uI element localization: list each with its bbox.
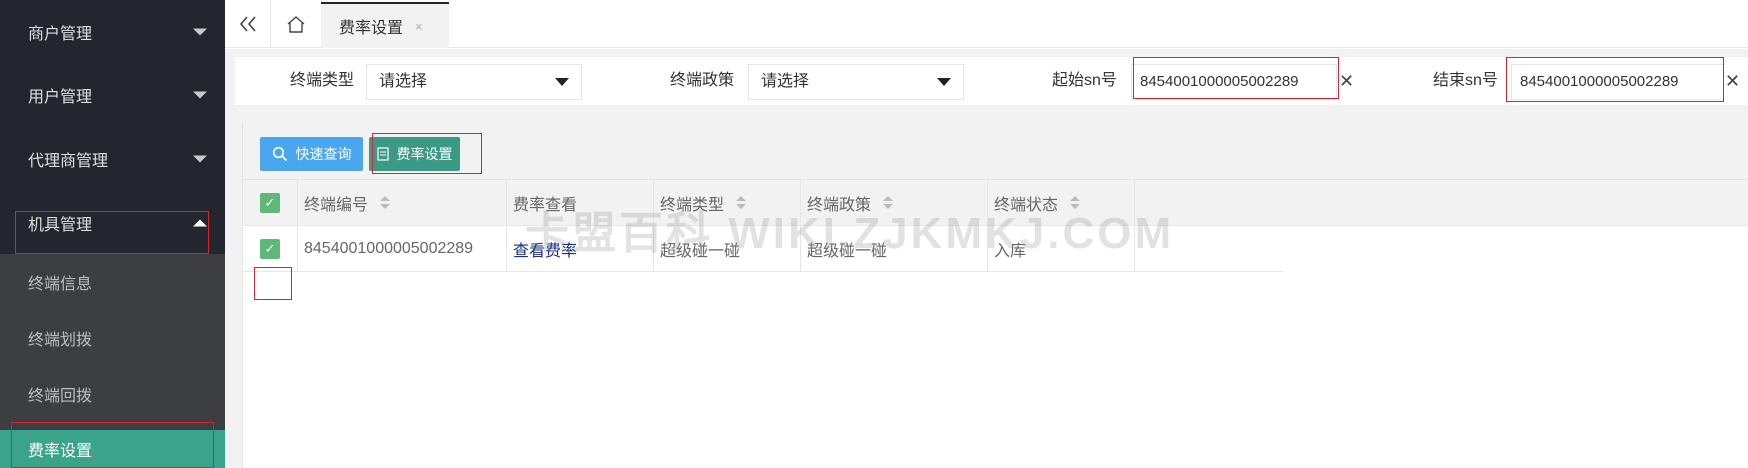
row-checkbox[interactable]: ✓ (260, 238, 280, 259)
submenu-item-terminal-info[interactable]: 终端信息 (0, 254, 225, 310)
column-label: 费率查看 (513, 196, 578, 214)
terminal-policy-select[interactable]: 请选择 (748, 64, 964, 100)
cell-value: 超级碰一碰 (807, 242, 888, 260)
terminal-type-select[interactable]: 请选择 (366, 64, 582, 100)
caret-down-icon (937, 78, 951, 86)
column-header-status[interactable]: 终端状态 (988, 180, 1135, 225)
submenu-item-terminal-transfer[interactable]: 终端划拨 (0, 310, 225, 366)
end-sn-input[interactable]: 8454001000005002289 (1511, 64, 1724, 100)
column-header-terminal-policy[interactable]: 终端政策 (801, 180, 988, 225)
tab-bar: 费率设置 × (225, 0, 1748, 48)
select-value: 请选择 (379, 73, 428, 90)
rate-setting-button[interactable]: 费率设置 (369, 137, 460, 171)
table-header: ✓ 终端编号 费率查看 终端类型 终端政策 终端状态 (243, 180, 1748, 226)
chevron-down-icon (193, 91, 207, 98)
column-label: 终端编号 (304, 196, 369, 214)
chevron-up-icon (193, 219, 207, 226)
menu-label: 商户管理 (28, 25, 93, 43)
column-label: 终端类型 (660, 196, 725, 214)
button-label: 费率设置 (396, 146, 453, 162)
sort-icon[interactable] (1070, 195, 1081, 210)
toolbar: 快速查询 费率设置 (243, 122, 1748, 180)
tab-label: 费率设置 (339, 20, 404, 37)
check-icon: ✓ (264, 240, 276, 256)
menu-agent[interactable]: 代理商管理 (0, 127, 225, 190)
quick-query-button[interactable]: 快速查询 (260, 137, 363, 171)
column-header-rate-view: 费率查看 (507, 180, 654, 225)
menu-merchant[interactable]: 商户管理 (0, 0, 225, 63)
submenu-label: 费率设置 (28, 443, 93, 460)
content-area: 终端类型 请选择 终端政策 请选择 起始sn号 8454001000005002… (225, 49, 1748, 468)
search-icon (272, 146, 287, 162)
menu-label: 机具管理 (28, 216, 93, 234)
submenu: 终端信息 终端划拨 终端回拨 费率设置 (0, 254, 225, 468)
table-panel: 快速查询 费率设置 ✓ 终端编号 费率查看 终端类型 终端政策 终端状态 ✓ 8… (242, 122, 1748, 468)
document-icon (376, 147, 389, 161)
cell-terminal-no: 8454001000005002289 (298, 226, 507, 271)
cell-rate-view: 查看费率 (507, 226, 654, 271)
select-all-cell: ✓ (243, 180, 298, 225)
app-root: 商户管理 用户管理 代理商管理 机具管理 终端信息 终端划拨 终端回拨 费率设置… (0, 0, 1748, 468)
cell-value: 入库 (994, 242, 1027, 260)
filter-bar: 终端类型 请选择 终端政策 请选择 起始sn号 8454001000005002… (235, 57, 1748, 105)
column-header-terminal-no[interactable]: 终端编号 (298, 180, 507, 225)
menu-device[interactable]: 机具管理 (0, 191, 225, 254)
select-all-checkbox[interactable]: ✓ (260, 192, 280, 213)
select-value: 请选择 (761, 73, 810, 90)
view-rate-link[interactable]: 查看费率 (513, 237, 577, 261)
cell-terminal-type: 超级碰一碰 (654, 226, 801, 271)
caret-down-icon (555, 78, 569, 86)
input-value: 8454001000005002289 (1140, 73, 1299, 90)
submenu-label: 终端划拨 (28, 332, 93, 349)
check-icon: ✓ (264, 194, 276, 210)
close-icon[interactable]: ✕ (1725, 72, 1740, 90)
cell-value: 8454001000005002289 (304, 239, 474, 257)
chevron-down-icon (193, 28, 207, 35)
tab-rate-setting[interactable]: 费率设置 × (321, 2, 449, 48)
double-chevron-left-icon (239, 16, 256, 32)
button-label: 快速查询 (295, 146, 352, 162)
input-value: 8454001000005002289 (1520, 73, 1679, 90)
close-icon[interactable]: ✕ (1339, 72, 1354, 90)
sidebar: 商户管理 用户管理 代理商管理 机具管理 终端信息 终端划拨 终端回拨 费率设置 (0, 0, 225, 468)
cell-terminal-policy: 超级碰一碰 (801, 226, 988, 271)
menu-label: 用户管理 (28, 88, 93, 106)
end-sn-label: 结束sn号 (1433, 72, 1498, 89)
sort-icon[interactable] (736, 195, 747, 210)
submenu-item-rate-setting[interactable]: 费率设置 (0, 430, 225, 468)
home-icon (287, 16, 305, 33)
cell-value: 超级碰一碰 (660, 242, 741, 260)
terminal-policy-label: 终端政策 (670, 72, 735, 89)
table-row[interactable]: ✓ 8454001000005002289 查看费率 超级碰一碰 超级碰一碰 入… (243, 226, 1283, 272)
home-tab[interactable] (271, 0, 321, 48)
column-label: 终端政策 (807, 196, 872, 214)
column-label: 终端状态 (994, 196, 1059, 214)
submenu-item-terminal-callback[interactable]: 终端回拨 (0, 366, 225, 422)
collapse-sidebar-button[interactable] (225, 0, 270, 48)
submenu-label: 终端回拨 (28, 388, 93, 405)
column-header-terminal-type[interactable]: 终端类型 (654, 180, 801, 225)
menu-user[interactable]: 用户管理 (0, 63, 225, 126)
start-sn-input[interactable]: 8454001000005002289 (1131, 64, 1337, 100)
sort-icon[interactable] (883, 195, 894, 210)
close-icon[interactable]: × (415, 19, 423, 34)
sort-icon[interactable] (380, 195, 391, 210)
row-select-cell: ✓ (243, 226, 298, 271)
submenu-label: 终端信息 (28, 276, 93, 293)
start-sn-label: 起始sn号 (1052, 72, 1117, 89)
cell-status: 入库 (988, 226, 1135, 271)
menu-label: 代理商管理 (28, 152, 109, 170)
chevron-down-icon (193, 155, 207, 162)
terminal-type-label: 终端类型 (290, 72, 355, 89)
